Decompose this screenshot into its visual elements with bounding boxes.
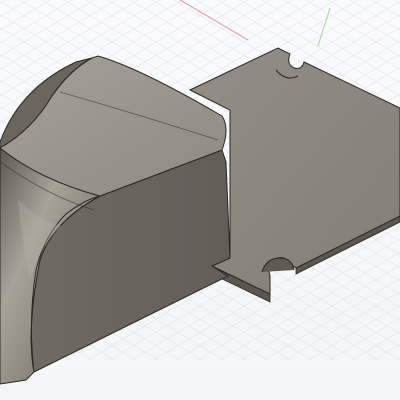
3d-model[interactable]	[0, 47, 400, 385]
model-canvas[interactable]	[0, 0, 400, 400]
3d-viewport[interactable]	[0, 0, 400, 400]
y-axis-line	[317, 7, 331, 47]
